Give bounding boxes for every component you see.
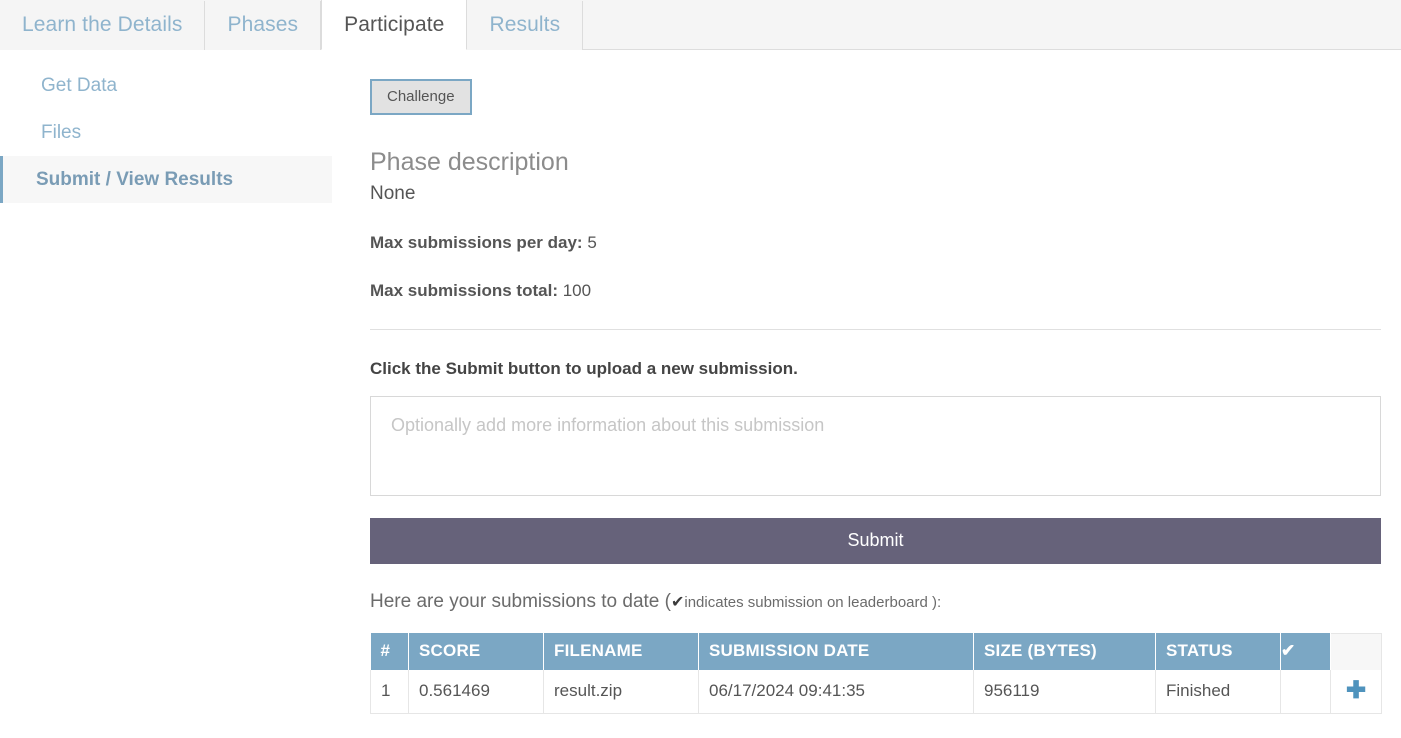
column-header-submission-date[interactable]: SUBMISSION DATE: [698, 633, 974, 671]
phase-description-heading: Phase description: [370, 148, 569, 176]
tab-results[interactable]: Results: [467, 0, 584, 50]
column-header-status[interactable]: STATUS: [1155, 633, 1281, 671]
column-header-index[interactable]: #: [370, 633, 409, 671]
cell-score: 0.561469: [408, 670, 544, 715]
sidebar-item-submit-view-results[interactable]: Submit / View Results: [0, 156, 332, 203]
submission-comment-input[interactable]: [370, 395, 1381, 496]
submissions-table: # SCORE FILENAME SUBMISSION DATE SIZE (B…: [370, 632, 1382, 715]
cell-status: Finished: [1155, 670, 1281, 715]
phase-challenge-button[interactable]: Challenge: [370, 79, 472, 115]
tab-learn-the-details[interactable]: Learn the Details: [0, 0, 206, 50]
tab-list: Learn the Details Phases Participate Res…: [0, 0, 584, 50]
max-submissions-total-label: Max submissions total:: [370, 280, 558, 300]
column-header-score[interactable]: SCORE: [408, 633, 544, 671]
tab-phases[interactable]: Phases: [205, 0, 322, 50]
cell-filename: result.zip: [543, 670, 699, 715]
phase-description-value: None: [370, 182, 416, 204]
sidebar-item-files[interactable]: Files: [0, 109, 332, 156]
table-row[interactable]: 1 0.561469 result.zip 06/17/2024 09:41:3…: [370, 670, 1382, 715]
max-submissions-per-day-label: Max submissions per day:: [370, 232, 583, 252]
submit-button[interactable]: Submit: [370, 517, 1381, 564]
section-divider: [370, 328, 1381, 330]
cell-expand-action[interactable]: ✚: [1330, 670, 1382, 715]
table-header-row: # SCORE FILENAME SUBMISSION DATE SIZE (B…: [370, 632, 1382, 671]
max-submissions-total-value: 100: [562, 280, 592, 300]
cell-on-leaderboard: [1280, 670, 1331, 715]
submissions-table-body: 1 0.561469 result.zip 06/17/2024 09:41:3…: [370, 670, 1382, 715]
tab-participate[interactable]: Participate: [321, 0, 468, 50]
submissions-note-text: indicates submission on leaderboard ):: [684, 593, 942, 611]
tab-label: Results: [489, 13, 561, 36]
leaderboard-check-icon: ✔: [670, 593, 685, 611]
sidebar: Get Data Files Submit / View Results: [0, 62, 332, 203]
column-header-leaderboard-check-icon[interactable]: ✔: [1280, 633, 1331, 671]
max-submissions-per-day-value: 5: [587, 232, 597, 252]
tab-bar: Learn the Details Phases Participate Res…: [0, 0, 1401, 50]
main-content: Challenge Phase description None Max sub…: [370, 62, 1382, 715]
column-header-size-bytes[interactable]: SIZE (BYTES): [973, 633, 1156, 671]
cell-size-bytes: 956119: [973, 670, 1156, 715]
submissions-table-head: # SCORE FILENAME SUBMISSION DATE SIZE (B…: [370, 632, 1382, 671]
tab-label: Learn the Details: [22, 13, 183, 36]
tab-label: Participate: [344, 12, 445, 36]
sidebar-item-label: Files: [41, 121, 82, 143]
submissions-lead-text: Here are your submissions to date (: [370, 590, 671, 612]
column-header-actions: [1330, 632, 1382, 671]
tab-label: Phases: [227, 13, 299, 36]
max-submissions-per-day: Max submissions per day: 5: [370, 233, 1381, 253]
plus-icon[interactable]: ✚: [1346, 679, 1366, 703]
sidebar-item-label: Submit / View Results: [36, 168, 234, 190]
max-submissions-total: Max submissions total: 100: [370, 281, 1381, 301]
submit-instruction-text: Click the Submit button to upload a new …: [370, 358, 798, 378]
sidebar-item-get-data[interactable]: Get Data: [0, 62, 332, 109]
submissions-to-date-text: Here are your submissions to date (✔indi…: [370, 591, 1381, 613]
cell-index: 1: [370, 670, 409, 715]
cell-submission-date: 06/17/2024 09:41:35: [698, 670, 974, 715]
column-header-filename[interactable]: FILENAME: [543, 633, 699, 671]
sidebar-item-label: Get Data: [41, 74, 118, 96]
